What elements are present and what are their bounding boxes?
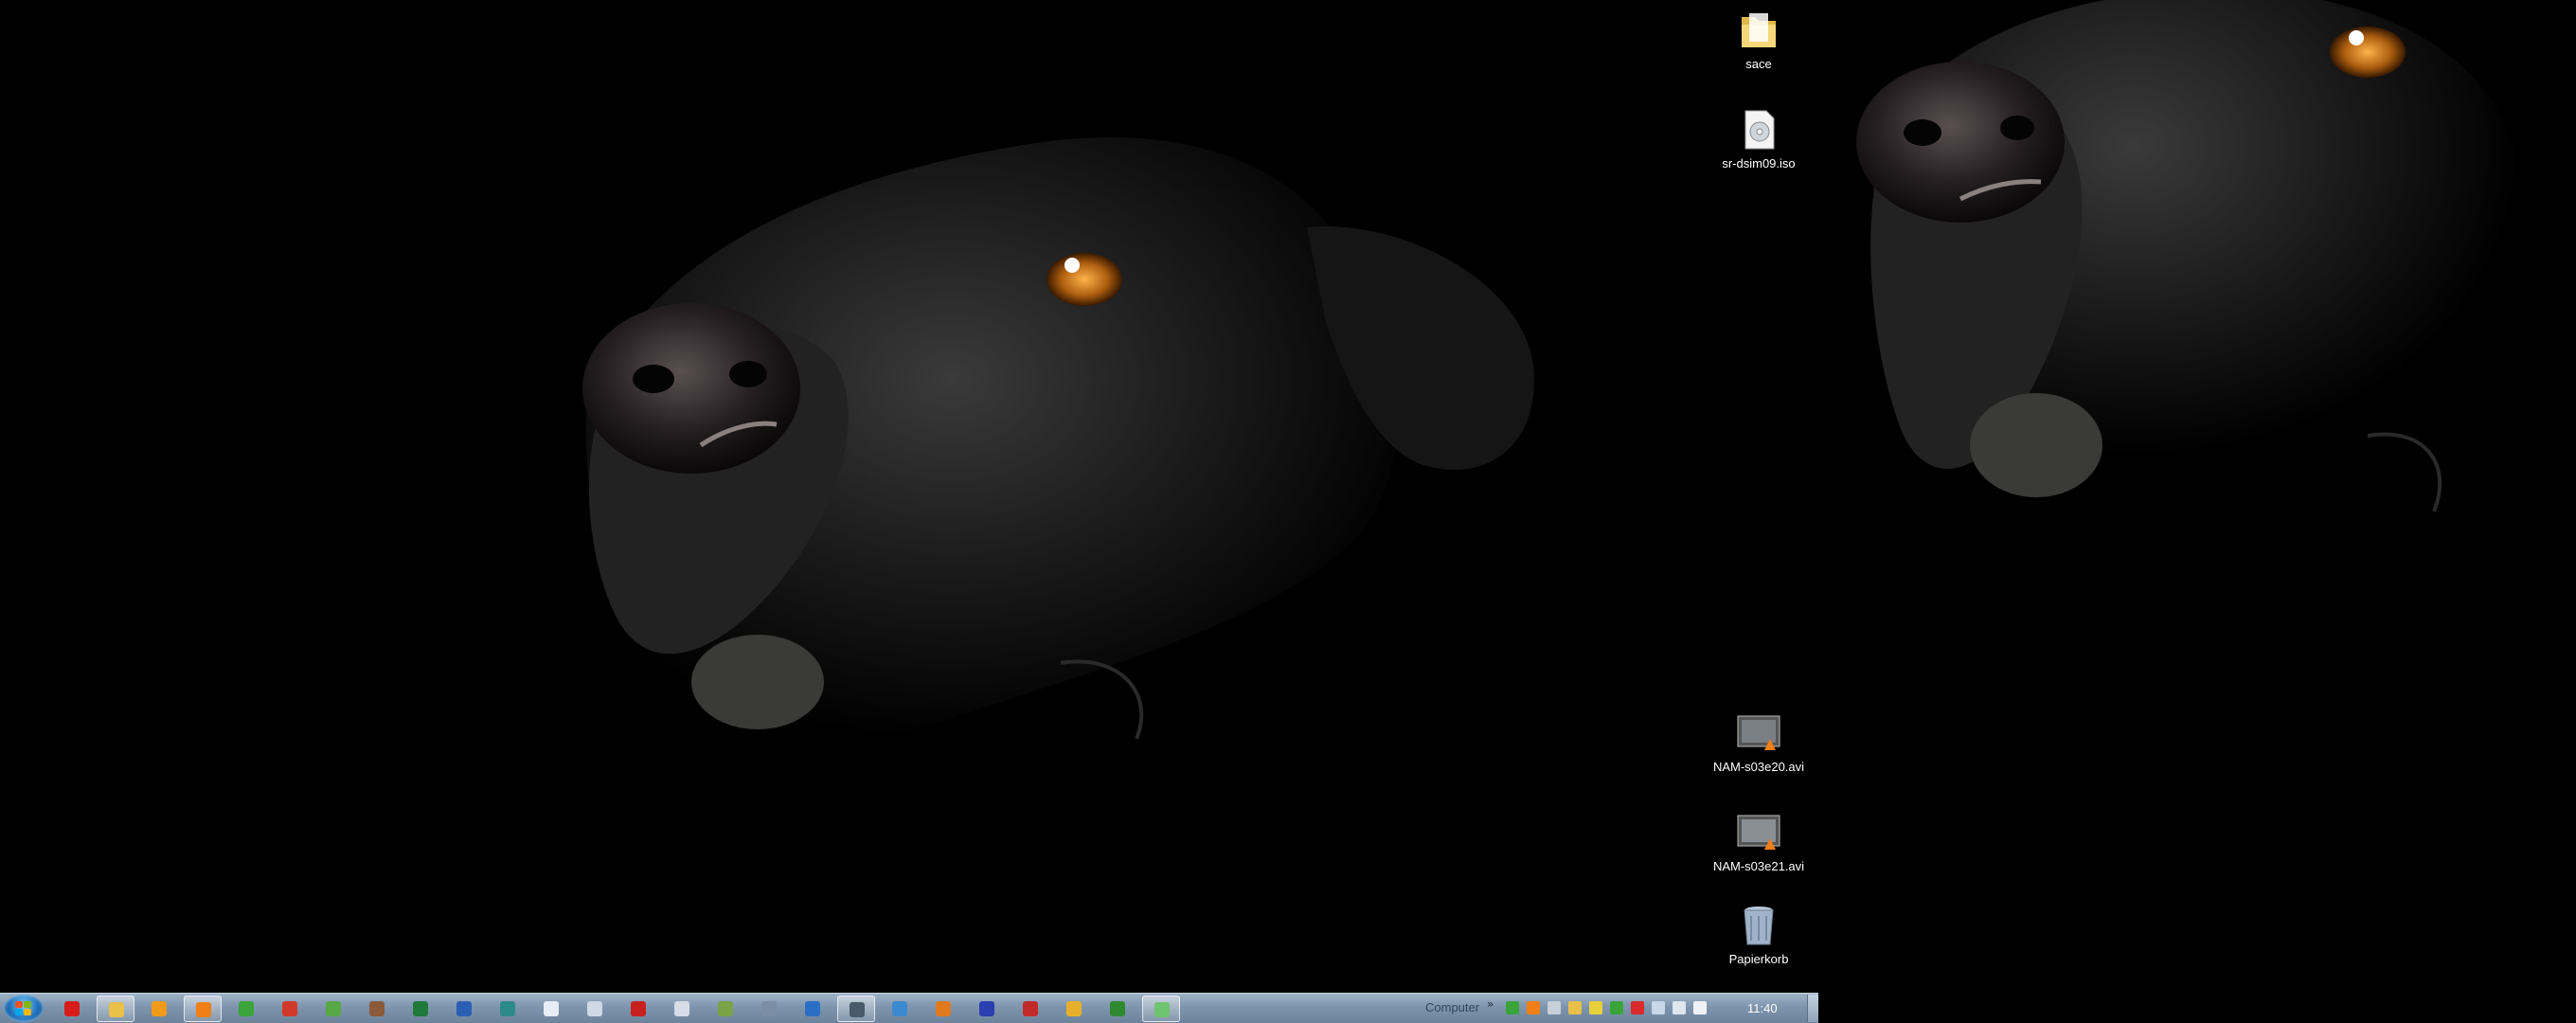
vlc-tray-icon[interactable]	[1527, 1001, 1540, 1014]
pdf-reader-icon	[631, 1001, 646, 1016]
folder-tray-icon[interactable]	[1568, 1001, 1582, 1014]
disc-image-file-icon	[1736, 107, 1781, 153]
green-app-icon	[239, 1001, 254, 1016]
desktop-icon-label: NAM-s03e20.avi	[1712, 760, 1805, 774]
tool-icon	[369, 1001, 385, 1016]
taskbar-button[interactable]	[97, 996, 134, 1022]
taskbar-button[interactable]	[1142, 996, 1180, 1022]
editor-icon	[718, 1001, 733, 1016]
green-tray-icon[interactable]	[1506, 1001, 1519, 1014]
notepad-icon	[1154, 1002, 1170, 1017]
start-button[interactable]	[4, 995, 44, 1022]
opera-icon	[64, 1001, 80, 1016]
dog-wallpaper-left	[582, 136, 1534, 743]
usb-tray-icon[interactable]	[1547, 1001, 1561, 1014]
desktop-icon-iso[interactable]: sr-dsim09.iso	[1702, 107, 1816, 170]
firefox-icon	[936, 1001, 951, 1016]
flag-tray-icon[interactable]	[1652, 1001, 1665, 1014]
taskbar-button[interactable]	[924, 996, 962, 1022]
taskbar-button[interactable]	[794, 996, 832, 1022]
calculator-icon	[805, 1001, 820, 1016]
taskbar-button[interactable]	[184, 996, 222, 1022]
desktop-icon-label: NAM-s03e21.avi	[1712, 859, 1805, 873]
taskbar-button[interactable]	[663, 996, 701, 1022]
taskbar-button[interactable]	[707, 996, 744, 1022]
disc-icon	[674, 1001, 689, 1016]
taskbar-button[interactable]	[576, 996, 614, 1022]
monitor-right	[1818, 0, 2576, 1023]
taskbar-button[interactable]	[358, 996, 396, 1022]
publisher-icon	[500, 1001, 515, 1016]
desktop-icon-label: sace	[1745, 57, 1772, 71]
taskbar-button[interactable]	[750, 996, 788, 1022]
taskbar-button[interactable]	[489, 996, 527, 1022]
windows-explorer-icon	[109, 1002, 124, 1017]
taskbar-button[interactable]	[1055, 996, 1093, 1022]
taskbar-button[interactable]	[1099, 996, 1136, 1022]
shield-tray-icon[interactable]	[1589, 1001, 1602, 1014]
red-app-icon	[282, 1001, 297, 1016]
taskbar: Computer » 11:40	[0, 993, 1818, 1023]
dog-wallpaper-right	[1856, 0, 2523, 512]
taskbar-button[interactable]	[445, 996, 483, 1022]
desktop-icon-video-2[interactable]: NAM-s03e21.avi	[1702, 810, 1816, 873]
network-tray-icon[interactable]	[1673, 1001, 1686, 1014]
desktop-icon-folder[interactable]: sace	[1702, 8, 1816, 71]
system-tray: 11:40	[1506, 994, 1818, 1023]
windows-start-orb-icon	[15, 1001, 32, 1015]
remote-desktop-icon	[892, 1001, 907, 1016]
desktop-icon-recycle-bin[interactable]: Papierkorb	[1702, 903, 1816, 966]
green-ball-icon	[1110, 1001, 1125, 1016]
search-app-icon	[761, 1001, 777, 1016]
taskbar-button[interactable]	[968, 996, 1006, 1022]
vlc-icon	[196, 1002, 211, 1017]
recycle-bin-icon	[1736, 903, 1781, 948]
taskbar-button[interactable]	[140, 996, 178, 1022]
blue-app-icon	[979, 1001, 994, 1016]
taskbar-button[interactable]	[837, 996, 875, 1022]
word-icon	[456, 1001, 472, 1016]
taskbar-button[interactable]	[227, 996, 265, 1022]
folder-icon	[1736, 8, 1781, 53]
red-box-icon	[1023, 1001, 1038, 1016]
taskbar-button[interactable]	[619, 996, 657, 1022]
taskbar-button[interactable]	[314, 996, 352, 1022]
document-icon	[544, 1001, 559, 1016]
taskbar-button[interactable]	[53, 996, 91, 1022]
excel-icon	[413, 1001, 428, 1016]
taskbar-button[interactable]	[1011, 996, 1049, 1022]
image-viewer-icon	[326, 1001, 341, 1016]
show-desktop-button[interactable]	[1807, 995, 1818, 1022]
toolbar-overflow-chevron[interactable]: »	[1487, 997, 1494, 1011]
video-file-icon	[1736, 710, 1781, 756]
red-tray-icon[interactable]	[1631, 1001, 1644, 1014]
desktop-icon-label: sr-dsim09.iso	[1722, 156, 1796, 170]
taskbar-button[interactable]	[881, 996, 919, 1022]
computer-toolbar-label[interactable]: Computer	[1425, 1000, 1479, 1014]
clock[interactable]: 11:40	[1747, 1001, 1778, 1015]
desktop: sace sr-dsim09.iso NAM-s03e20.avi NAM-s0…	[0, 0, 2576, 1023]
desktop-icon-label: Papierkorb	[1728, 952, 1789, 966]
speaker-tray-icon[interactable]	[1693, 1001, 1707, 1014]
monitor-left: sace sr-dsim09.iso NAM-s03e20.avi NAM-s0…	[0, 0, 1818, 1023]
copy-icon	[587, 1001, 602, 1016]
video-file-icon	[1736, 810, 1781, 855]
taskbar-button[interactable]	[532, 996, 570, 1022]
check-tray-icon[interactable]	[1610, 1001, 1623, 1014]
taskbar-button[interactable]	[271, 996, 309, 1022]
media-player-icon	[152, 1001, 167, 1016]
yellow-app-icon	[1066, 1001, 1082, 1016]
desktop-icon-video-1[interactable]: NAM-s03e20.avi	[1702, 710, 1816, 774]
network-icon	[850, 1002, 865, 1017]
taskbar-button[interactable]	[402, 996, 439, 1022]
